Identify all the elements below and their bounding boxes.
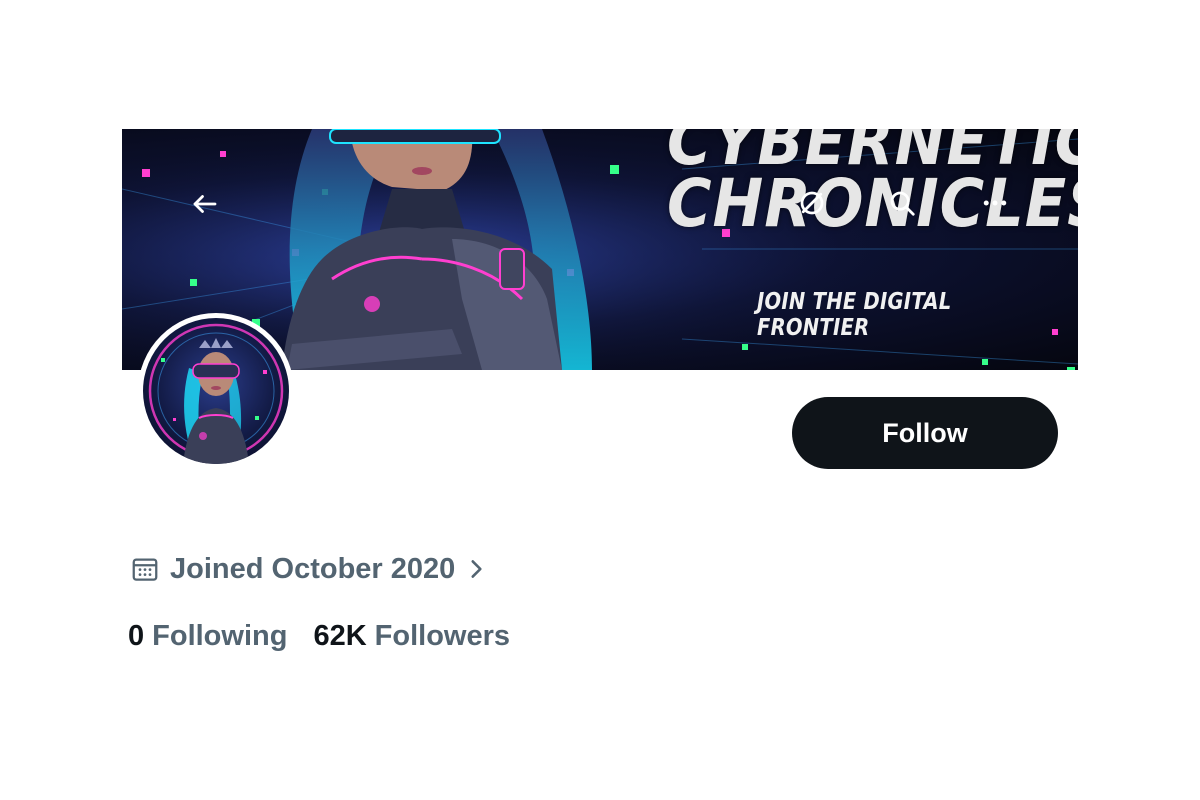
avatar-image [143, 318, 289, 464]
banner-title: CYBERNETIC CHRONICLES [667, 129, 1078, 237]
follow-stats: 0 Following 62K Followers [128, 616, 510, 656]
grok-icon[interactable] [793, 184, 831, 222]
following-count: 0 [128, 619, 145, 652]
following-link[interactable]: 0 Following [128, 620, 287, 653]
back-arrow-icon[interactable] [186, 185, 224, 223]
followers-link[interactable]: 62K Followers [313, 620, 510, 653]
follow-button[interactable]: Follow [792, 397, 1058, 469]
search-icon[interactable] [883, 184, 921, 222]
banner-subtitle: JOIN THE DIGITAL FRONTIER [757, 289, 952, 341]
followers-label: Followers [374, 619, 511, 652]
calendar-icon [132, 558, 158, 581]
followers-count: 62K [313, 619, 367, 652]
joined-text: Joined October 2020 [170, 552, 456, 585]
following-label: Following [152, 619, 288, 652]
joined-date[interactable]: Joined October 2020 [130, 549, 487, 589]
chevron-right-icon [471, 560, 482, 578]
avatar[interactable] [138, 313, 294, 469]
more-icon[interactable] [976, 184, 1014, 222]
